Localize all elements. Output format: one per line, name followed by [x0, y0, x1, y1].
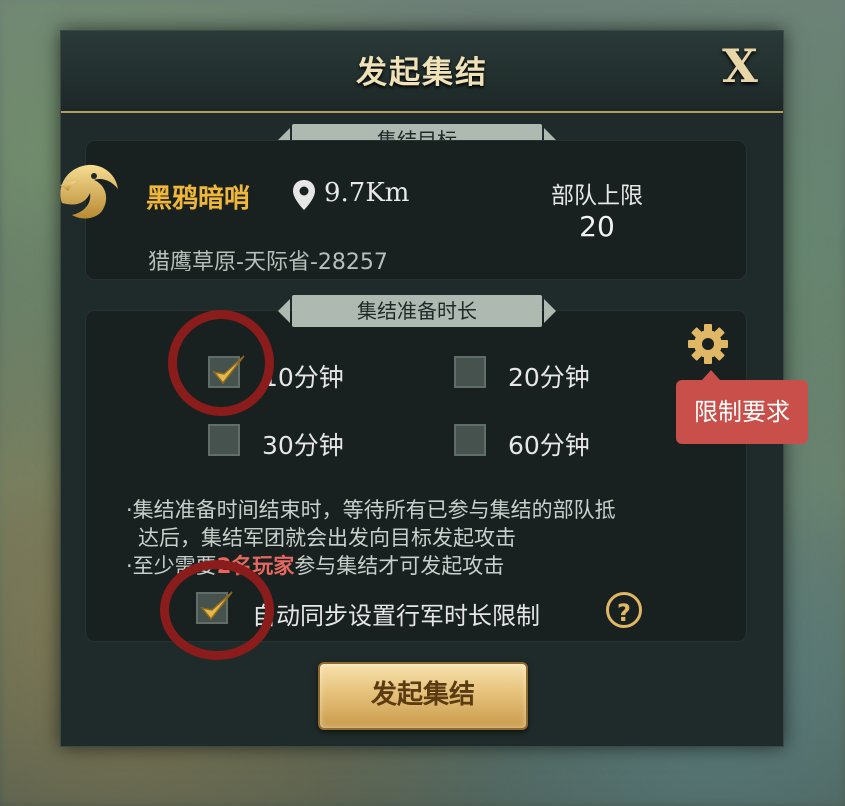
help-icon[interactable]: ? [606, 592, 642, 628]
option-30min-label: 30分钟 [262, 431, 344, 460]
option-20min-checkbox[interactable] [454, 356, 486, 388]
launch-rally-button[interactable]: 发起集结 [318, 662, 528, 730]
dialog-header: 发起集结 X [61, 31, 783, 113]
location-pin-icon [293, 180, 315, 210]
option-60min-checkbox[interactable] [454, 424, 486, 456]
target-location: 猎鹰草原-天际省-28257 [148, 250, 388, 275]
option-60min-label: 60分钟 [508, 431, 590, 460]
raven-emblem-icon [60, 164, 118, 219]
option-20min-label: 20分钟 [508, 363, 590, 392]
gear-icon[interactable] [686, 322, 730, 366]
target-distance: 9.7Km [324, 178, 410, 208]
troop-cap-label: 部队上限 [551, 183, 643, 209]
annotation-ring-10min [168, 310, 274, 416]
close-button[interactable]: X [715, 41, 765, 91]
auto-sync-label: 自动同步设置行军时长限制 [252, 602, 540, 630]
restriction-tooltip: 限制要求 [676, 370, 808, 444]
target-name: 黑鸦暗哨 [146, 184, 251, 214]
annotation-ring-auto-sync [160, 560, 274, 660]
note-line-1: ·集结准备时间结束时，等待所有已参与集结的部队抵 [126, 498, 616, 522]
option-30min-checkbox[interactable] [208, 424, 240, 456]
prep-section-label: 集结准备时长 [278, 295, 556, 327]
option-10min-label: 10分钟 [262, 363, 344, 392]
dialog-title: 发起集结 [356, 55, 488, 91]
troop-cap-value: 20 [579, 210, 615, 243]
note-3-suffix: 参与集结才可发起攻击 [294, 554, 505, 578]
note-line-2: 达后，集结军团就会出发向目标发起攻击 [138, 526, 516, 550]
